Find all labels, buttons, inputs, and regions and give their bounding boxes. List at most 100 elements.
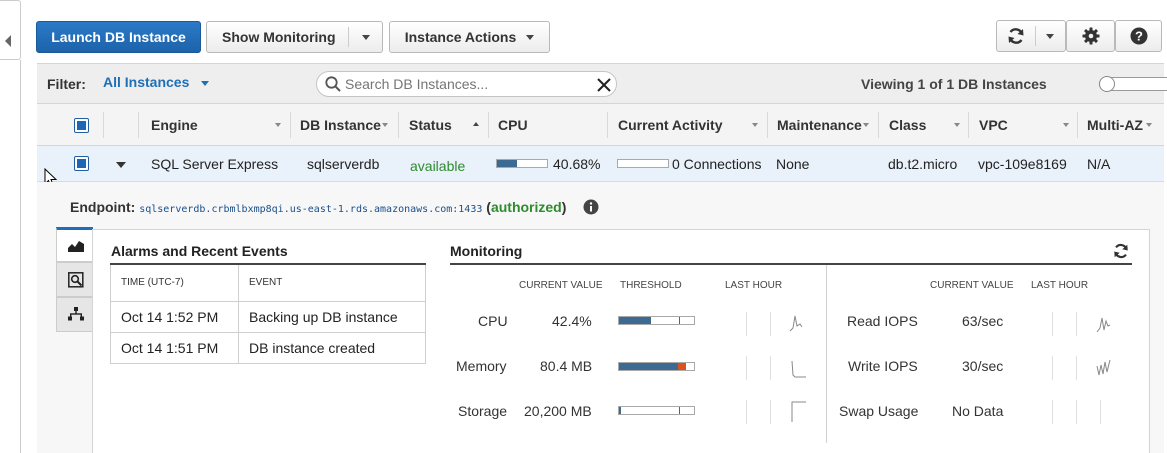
metric-value-swap-usage: No Data (952, 403, 1004, 419)
sort-asc-icon (473, 122, 479, 126)
authorized-status: authorized (490, 199, 562, 215)
cpu-bar (496, 159, 548, 168)
column-divider (767, 112, 768, 138)
hierarchy-icon (68, 307, 84, 321)
last-hour-header: LAST HOUR (1031, 280, 1089, 291)
column-header-engine[interactable]: Engine (151, 104, 198, 146)
settings-button[interactable] (1066, 20, 1115, 52)
sparkline-gridline (1100, 400, 1101, 424)
metric-value-cpu: 42.4% (552, 313, 592, 329)
sort-icon (954, 123, 960, 127)
instance-actions-button[interactable]: Instance Actions (389, 21, 550, 53)
sort-icon (1146, 123, 1152, 127)
table-header: Engine DB Instance Status CPU Current Ac… (37, 104, 1164, 146)
column-header-cpu[interactable]: CPU (498, 104, 528, 146)
cell-engine: SQL Server Express (151, 156, 279, 172)
column-header-class[interactable]: Class (889, 104, 926, 146)
show-monitoring-button[interactable]: Show Monitoring (206, 21, 383, 53)
log-search-icon (68, 272, 84, 288)
area-chart-icon (68, 241, 84, 252)
chevron-down-icon[interactable] (362, 35, 370, 40)
column-header-status[interactable]: Status (409, 104, 452, 146)
storage-threshold-fill (619, 407, 621, 414)
cell-status: available (410, 158, 466, 174)
split-divider (1035, 26, 1036, 46)
metric-name-storage: Storage (458, 403, 508, 419)
select-all-checkbox[interactable] (74, 118, 89, 133)
launch-db-instance-button[interactable]: Launch DB Instance (36, 21, 201, 53)
column-divider (398, 112, 399, 138)
search-box (316, 71, 617, 97)
toggle-knob[interactable] (1099, 76, 1115, 92)
column-divider (1077, 112, 1078, 138)
storage-threshold-bar (618, 406, 695, 415)
close-icon[interactable] (597, 78, 611, 92)
filter-dropdown[interactable]: All Instances (103, 74, 210, 90)
table-row: Oct 14 1:51 PM DB instance created (110, 331, 426, 364)
help-icon: ? (1130, 27, 1147, 45)
viewing-count: Viewing 1 of 1 DB Instances (861, 76, 1047, 92)
chevron-down-icon[interactable] (1046, 34, 1054, 39)
column-header-vpc[interactable]: VPC (979, 104, 1008, 146)
threshold-marker (679, 407, 680, 414)
sparkline-gridline (1076, 356, 1077, 380)
refresh-button[interactable] (996, 20, 1066, 52)
row-checkbox[interactable] (74, 156, 89, 171)
metric-name-memory: Memory (456, 358, 507, 374)
filter-bar: Filter: All Instances Viewing 1 of 1 DB … (37, 63, 1167, 104)
gear-icon (1082, 27, 1099, 45)
collapse-panel-button[interactable] (0, 0, 21, 60)
chevron-down-icon (201, 80, 210, 86)
chevron-down-icon (526, 34, 535, 40)
tab-logs[interactable] (56, 262, 93, 297)
event-time: Oct 14 1:51 PM (110, 331, 239, 364)
sort-icon (863, 123, 869, 127)
tab-configuration[interactable] (56, 297, 93, 332)
endpoint-value[interactable]: sqlserverdb.crbmlbxmp8qi.us-east-1.rds.a… (139, 204, 482, 215)
cell-vpc[interactable]: vpc-109e8169 (978, 146, 1067, 182)
column-header-multi-az[interactable]: Multi-AZ (1087, 104, 1143, 146)
sort-icon (382, 123, 388, 127)
monitoring-divider (826, 265, 827, 443)
help-button[interactable]: ? (1115, 20, 1162, 52)
column-divider (488, 112, 489, 138)
monitoring-title: Monitoring (450, 243, 523, 259)
cell-current-activity: 0 Connections (672, 156, 762, 172)
sort-icon (275, 123, 281, 127)
svg-text:?: ? (1135, 29, 1143, 44)
sort-icon (1063, 123, 1069, 127)
sparkline-gridline (770, 400, 771, 424)
sparkline-gridline (1076, 312, 1077, 336)
cell-cpu: 40.68% (553, 156, 601, 172)
sparkline-gridline (746, 400, 747, 424)
filter-label: Filter: (47, 76, 86, 92)
split-divider (348, 27, 349, 47)
sparkline-gridline (746, 312, 747, 336)
tab-monitoring[interactable] (56, 227, 93, 262)
sparkline-gridline (1052, 312, 1053, 336)
cell-db-instance[interactable]: sqlserverdb (307, 146, 379, 182)
table-row: Oct 14 1:52 PM Backing up DB instance (110, 300, 426, 333)
column-header-current-activity[interactable]: Current Activity (618, 104, 723, 146)
info-icon[interactable] (583, 199, 599, 215)
event-column-header: EVENT (238, 263, 426, 302)
column-header-maintenance[interactable]: Maintenance (777, 104, 862, 146)
view-toggle[interactable] (1099, 76, 1167, 92)
storage-sparkline (791, 401, 806, 422)
refresh-icon[interactable] (1111, 242, 1131, 260)
write-iops-sparkline (1096, 359, 1111, 376)
table-row[interactable]: SQL Server Express sqlserverdb available… (37, 146, 1164, 182)
event-description: DB instance created (238, 331, 426, 364)
expand-row-icon[interactable] (116, 162, 126, 168)
endpoint-label: Endpoint: (70, 199, 136, 215)
events-table-header: TIME (UTC-7) EVENT (110, 263, 426, 302)
show-monitoring-label: Show Monitoring (222, 29, 336, 45)
left-divider (20, 60, 21, 453)
memory-threshold-bar (618, 362, 695, 371)
column-header-db-instance[interactable]: DB Instance (300, 104, 381, 146)
filter-value: All Instances (103, 74, 190, 90)
cpu-threshold-bar (618, 316, 695, 325)
search-input[interactable] (343, 74, 588, 94)
metric-name-write-iops: Write IOPS (848, 358, 918, 374)
column-divider (968, 112, 969, 138)
